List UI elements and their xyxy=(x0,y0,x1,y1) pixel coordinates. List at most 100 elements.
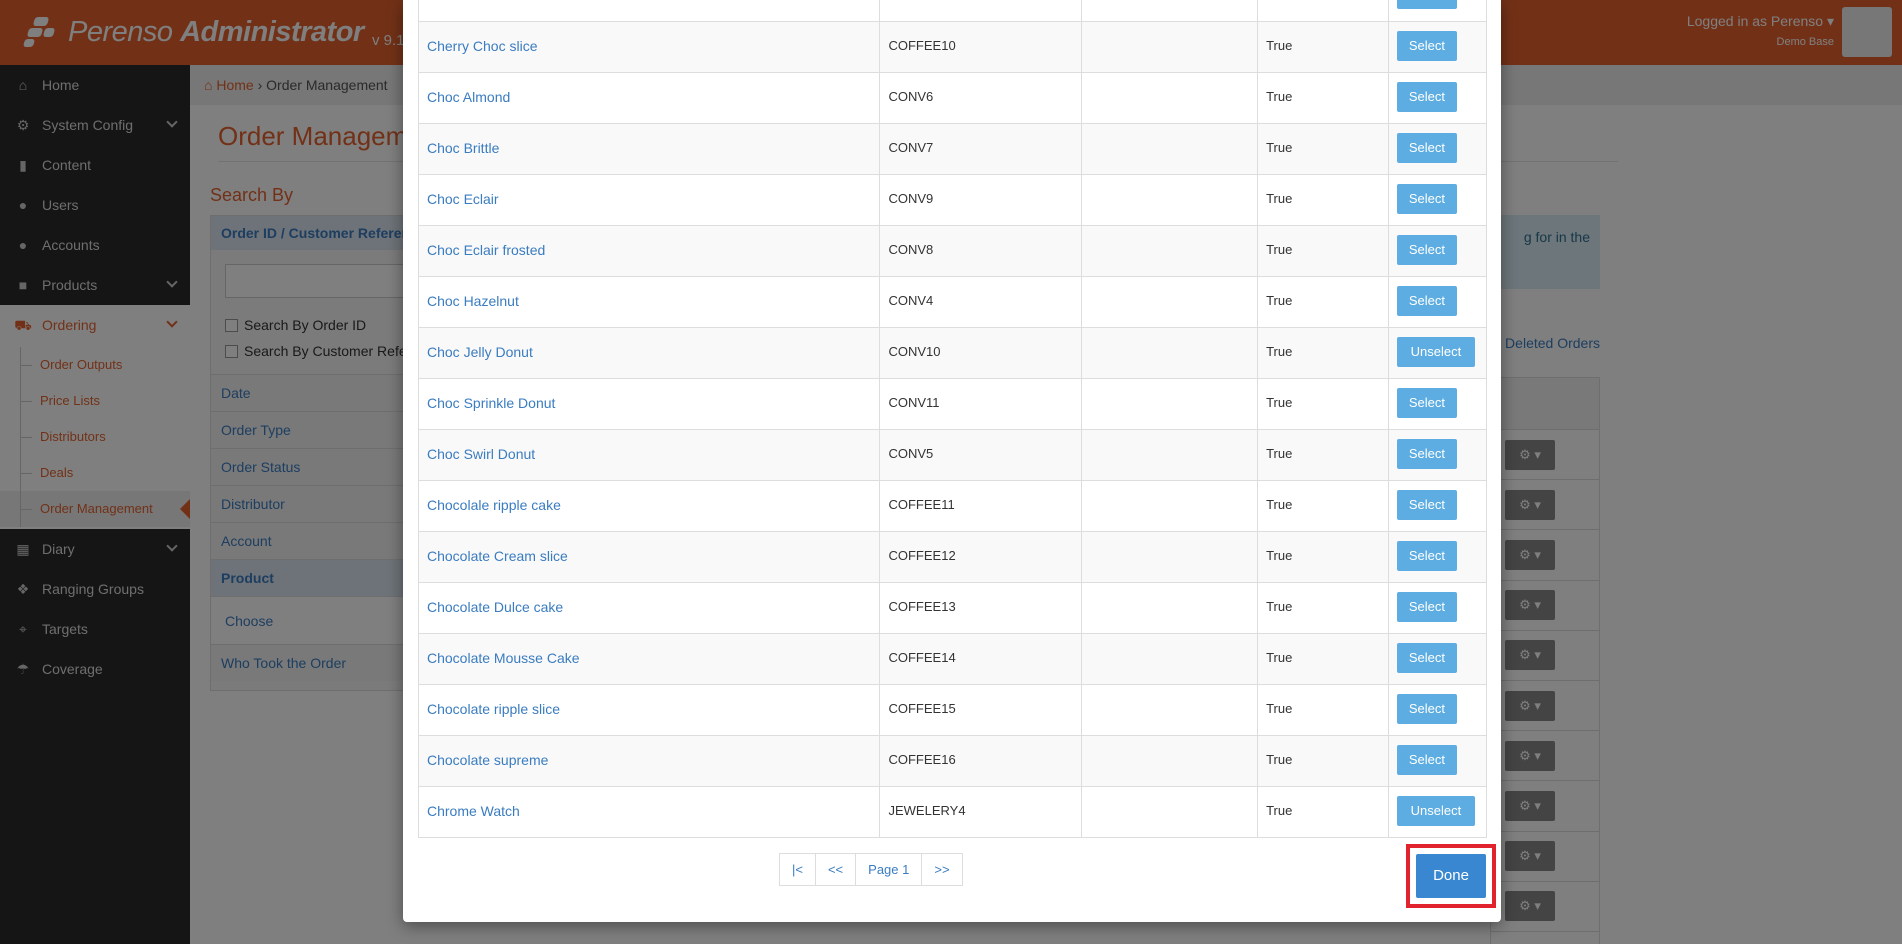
select-button[interactable]: Select xyxy=(1396,490,1457,520)
product-active: True xyxy=(1257,123,1389,175)
empty-cell xyxy=(1081,72,1259,124)
select-button[interactable]: Select xyxy=(1396,643,1457,673)
table-row: Chocolate Cream slice COFFEE12 True Select xyxy=(417,531,1488,583)
product-code: COFFEE16 xyxy=(879,735,1083,787)
next-page-button[interactable]: >> xyxy=(921,853,963,886)
empty-cell xyxy=(1081,174,1259,226)
product-name-link[interactable]: Choc Almond xyxy=(427,89,510,105)
table-row: Choc Jelly Donut CONV10 True Unselect xyxy=(417,327,1488,379)
select-button[interactable]: Select xyxy=(1396,286,1457,316)
select-button[interactable]: Select xyxy=(1396,439,1457,469)
table-row: Choc Almond CONV6 True Select xyxy=(417,72,1488,124)
select-button[interactable]: Select xyxy=(1396,133,1457,163)
empty-cell xyxy=(1081,684,1259,736)
product-name-link[interactable]: Choc Eclair xyxy=(427,191,499,207)
current-page-label: Page 1 xyxy=(855,853,923,886)
select-button[interactable]: Select xyxy=(1396,541,1457,571)
product-name-link[interactable]: Chocolale ripple cake xyxy=(427,497,561,513)
select-button[interactable]: Select xyxy=(1396,82,1457,112)
unselect-button[interactable]: Unselect xyxy=(1396,796,1475,826)
select-button[interactable]: Select xyxy=(1396,235,1457,265)
product-active: True xyxy=(1257,786,1389,838)
table-row: Chocolale ripple cake COFFEE11 True Select xyxy=(417,480,1488,532)
empty-cell xyxy=(1081,225,1259,277)
first-page-button[interactable]: |< xyxy=(779,853,816,886)
product-name-link[interactable]: Chrome Watch xyxy=(427,803,520,819)
product-active: True xyxy=(1257,684,1389,736)
table-row: Choc Sprinkle Donut CONV11 True Select xyxy=(417,378,1488,430)
empty-cell xyxy=(1081,480,1259,532)
empty-cell xyxy=(1081,786,1259,838)
product-name-link[interactable]: Chocolate supreme xyxy=(427,752,548,768)
table-row: Choc Brittle CONV7 True Select xyxy=(417,123,1488,175)
empty-cell xyxy=(1081,378,1259,430)
table-row: Chocolate Dulce cake COFFEE13 True Select xyxy=(417,582,1488,634)
table-row: Cherry Choc slice COFFEE10 True Select xyxy=(417,21,1488,73)
product-code: CONV9 xyxy=(879,174,1083,226)
done-button[interactable]: Done xyxy=(1416,854,1486,898)
product-code: CONV7 xyxy=(879,123,1083,175)
product-code: COFFEE13 xyxy=(879,582,1083,634)
product-name-link[interactable]: Cherry Choc slice xyxy=(427,38,537,54)
select-button[interactable]: Select xyxy=(1396,694,1457,724)
table-row: Chocolate ripple slice COFFEE15 True Select xyxy=(417,684,1488,736)
empty-cell xyxy=(1081,123,1259,175)
product-code: CONV10 xyxy=(879,327,1083,379)
product-name-link[interactable]: Choc Hazelnut xyxy=(427,293,519,309)
product-name-link[interactable]: Choc Swirl Donut xyxy=(427,446,535,462)
select-button[interactable]: Select xyxy=(1396,0,1457,9)
product-active: True xyxy=(1257,633,1389,685)
product-name-link[interactable]: Chocolate Cream slice xyxy=(427,548,568,564)
product-active: True xyxy=(1257,735,1389,787)
done-button-highlight: Done xyxy=(1406,844,1496,908)
product-code: CONV11 xyxy=(879,378,1083,430)
table-row: Chrome Watch JEWELERY4 True Unselect xyxy=(417,786,1488,838)
app-root: Perenso Administrator v 9.1 Logged in as… xyxy=(0,0,1902,944)
select-button[interactable]: Select xyxy=(1396,388,1457,418)
unselect-button[interactable]: Unselect xyxy=(1396,337,1475,367)
table-row: Chocolate supreme COFFEE16 True Select xyxy=(417,735,1488,787)
product-name-link[interactable]: Chocolate Mousse Cake xyxy=(427,650,580,666)
pagination: |< << Page 1 >> xyxy=(779,853,963,886)
table-row: Choc Hazelnut CONV4 True Select xyxy=(417,276,1488,328)
product-code: COFFEE14 xyxy=(879,633,1083,685)
product-code: CONV4 xyxy=(879,276,1083,328)
product-code: COFFEE15 xyxy=(879,684,1083,736)
table-row: Select xyxy=(417,0,1488,22)
product-active: True xyxy=(1257,225,1389,277)
product-name-link[interactable]: Choc Jelly Donut xyxy=(427,344,533,360)
empty-cell xyxy=(1081,633,1259,685)
product-active: True xyxy=(1257,174,1389,226)
select-button[interactable]: Select xyxy=(1396,745,1457,775)
product-active: True xyxy=(1257,327,1389,379)
empty-cell xyxy=(1081,327,1259,379)
select-button[interactable]: Select xyxy=(1396,592,1457,622)
prev-page-button[interactable]: << xyxy=(814,853,857,886)
product-code: JEWELERY4 xyxy=(879,786,1083,838)
empty-cell xyxy=(1081,429,1259,481)
product-active: True xyxy=(1257,582,1389,634)
product-active: True xyxy=(1257,531,1389,583)
table-row: Chocolate Mousse Cake COFFEE14 True Select xyxy=(417,633,1488,685)
product-name-link[interactable]: Chocolate Dulce cake xyxy=(427,599,563,615)
product-code: COFFEE10 xyxy=(879,21,1083,73)
product-active: True xyxy=(1257,429,1389,481)
product-code: CONV8 xyxy=(879,225,1083,277)
empty-cell xyxy=(1081,531,1259,583)
product-active: True xyxy=(1257,378,1389,430)
product-name-link[interactable]: Choc Brittle xyxy=(427,140,499,156)
product-code: CONV5 xyxy=(879,429,1083,481)
empty-cell xyxy=(1081,735,1259,787)
product-name-link[interactable]: Choc Sprinkle Donut xyxy=(427,395,555,411)
product-picker-modal: Select Cherry Choc sliceCOFFEE10TrueSele… xyxy=(403,0,1501,922)
product-code: COFFEE11 xyxy=(879,480,1083,532)
product-code: CONV6 xyxy=(879,72,1083,124)
product-active: True xyxy=(1257,21,1389,73)
select-button[interactable]: Select xyxy=(1396,31,1457,61)
product-code: COFFEE12 xyxy=(879,531,1083,583)
product-active: True xyxy=(1257,480,1389,532)
product-name-link[interactable]: Chocolate ripple slice xyxy=(427,701,560,717)
table-row: Choc Eclair frosted CONV8 True Select xyxy=(417,225,1488,277)
select-button[interactable]: Select xyxy=(1396,184,1457,214)
product-name-link[interactable]: Choc Eclair frosted xyxy=(427,242,545,258)
